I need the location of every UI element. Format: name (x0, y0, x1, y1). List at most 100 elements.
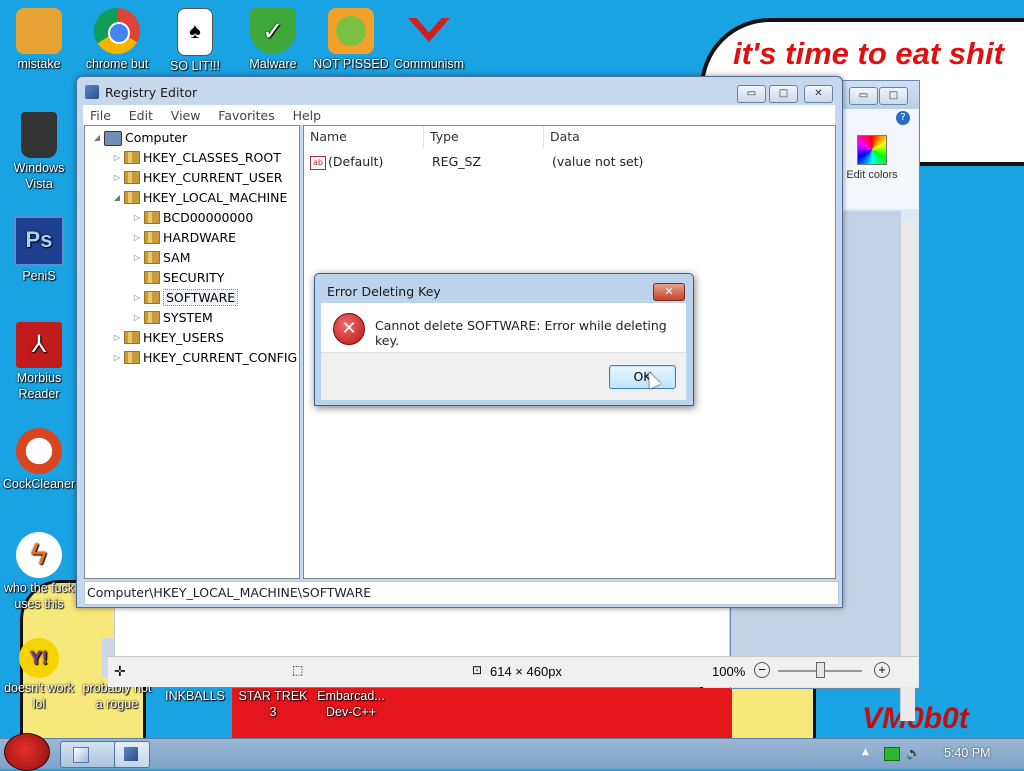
tree-item-hkey-current-user[interactable]: ▷ HKEY_CURRENT_USER (111, 168, 283, 188)
tree-item-sam[interactable]: ▷ SAM (131, 248, 191, 268)
dialog-close-button[interactable]: ✕ (653, 283, 685, 301)
menu-edit[interactable]: Edit (122, 105, 160, 125)
menu-favorites[interactable]: Favorites (211, 105, 281, 125)
paint-canvas[interactable] (114, 600, 730, 659)
communism-icon (406, 8, 452, 54)
desktop-icon-label: PeniS (22, 269, 56, 283)
desktop-icon-who-uses-this[interactable]: ϟ who the fuck uses this (0, 532, 78, 612)
network-icon[interactable] (884, 747, 900, 761)
recycle-bin-icon (21, 112, 57, 158)
desktop-icon-label: mistake (17, 57, 61, 71)
desktop-icon-so-lit[interactable]: ♠ SO LIT!!! (156, 8, 234, 74)
column-header-name[interactable]: Name (304, 126, 424, 148)
expand-arrow-icon[interactable]: ▷ (111, 168, 123, 188)
expand-arrow-icon[interactable]: ▷ (111, 348, 123, 368)
desktop-icon-label: Morbius Reader (16, 371, 62, 401)
menu-file[interactable]: File (83, 105, 118, 125)
chrome-icon (94, 8, 140, 54)
collapse-arrow-icon[interactable]: ◢ (111, 188, 123, 208)
registry-editor-titlebar[interactable]: Registry Editor ▭ □ ✕ (77, 77, 842, 105)
expand-arrow-icon[interactable]: ▷ (131, 288, 143, 308)
solitaire-icon: ♠ (177, 8, 213, 56)
zoom-in-button[interactable]: + (874, 662, 890, 678)
paint-icon (73, 747, 89, 763)
paint-vertical-scrollbar[interactable] (900, 221, 915, 721)
desktop-icon-label: STAR TREK 3 (238, 689, 308, 719)
expand-arrow-icon[interactable]: ▷ (111, 148, 123, 168)
edit-colors-button[interactable]: Edit colors (845, 135, 899, 181)
desktop-icon-label: Communism (393, 57, 465, 71)
tree-item-hkey-classes-root[interactable]: ▷ HKEY_CLASSES_ROOT (111, 148, 281, 168)
maximize-button[interactable]: □ (769, 85, 798, 103)
color-palette-icon (857, 135, 887, 165)
desktop-icon-malware[interactable]: ✓ Malware (234, 8, 312, 72)
start-button[interactable] (4, 733, 50, 771)
tree-item-security[interactable]: SECURITY (131, 268, 224, 288)
collapse-arrow-icon[interactable]: ◢ (91, 128, 103, 148)
menu-view[interactable]: View (164, 105, 208, 125)
desktop-icon-mistake[interactable]: mistake (0, 8, 78, 72)
registry-editor-icon (124, 747, 138, 761)
desktop-icon-chrome[interactable]: chrome but (78, 8, 156, 72)
column-header-data[interactable]: Data (544, 126, 835, 148)
folder-icon (144, 211, 160, 224)
expand-arrow-icon[interactable]: ▷ (131, 228, 143, 248)
tree-item-bcd[interactable]: ▷ BCD00000000 (131, 208, 253, 228)
tree-item-hkey-local-machine[interactable]: ◢ HKEY_LOCAL_MACHINE (111, 188, 288, 208)
ok-button[interactable]: OK (609, 365, 676, 389)
expand-arrow-icon[interactable]: ▷ (131, 208, 143, 228)
zoom-slider-thumb[interactable] (816, 662, 825, 678)
taskbar-button-registry-editor[interactable] (114, 741, 150, 768)
desktop-icon-label: doesn't work lol (4, 681, 74, 711)
tree-item-hkey-users[interactable]: ▷ HKEY_USERS (111, 328, 224, 348)
shield-icon: ✓ (250, 8, 296, 54)
zoom-out-button[interactable]: − (754, 662, 770, 678)
tree-item-label: HKEY_CURRENT_USER (143, 170, 283, 185)
photoshop-icon: Ps (14, 216, 64, 266)
tree-item-system[interactable]: ▷ SYSTEM (131, 308, 213, 328)
ccleaner-icon (16, 428, 62, 474)
value-type: REG_SZ (432, 154, 482, 169)
paint-minimize-button[interactable]: ▭ (849, 87, 878, 105)
desktop-icon-label: NOT PISSED (313, 57, 389, 71)
tree-item-label: HKEY_USERS (143, 330, 224, 345)
expand-arrow-icon[interactable]: ▷ (131, 308, 143, 328)
tree-item-software[interactable]: ▷ SOFTWARE (131, 288, 239, 308)
menu-help[interactable]: Help (286, 105, 329, 125)
clock[interactable]: 5:40 PM (944, 746, 991, 760)
paint-maximize-button[interactable]: □ (879, 87, 908, 105)
tree-item-computer[interactable]: ◢ Computer (91, 128, 187, 148)
tree-item-hardware[interactable]: ▷ HARDWARE (131, 228, 236, 248)
desktop-icon-dev-cpp[interactable]: Embarcad... Dev-C++ (312, 688, 390, 720)
error-icon: ✕ (333, 313, 365, 345)
desktop-icon-not-pissed[interactable]: NOT PISSED (312, 8, 390, 72)
watermark: VM0b0t (862, 702, 969, 735)
dialog-title: Error Deleting Key (327, 284, 441, 299)
show-hidden-icons-icon[interactable]: ▲ (862, 747, 869, 757)
desktop-icon-morbius-reader[interactable]: ⅄ Morbius Reader (0, 322, 78, 402)
folder-icon (144, 271, 160, 284)
expand-arrow-icon[interactable]: ▷ (131, 248, 143, 268)
close-button[interactable]: ✕ (804, 85, 833, 103)
help-icon[interactable]: ? (896, 111, 910, 125)
desktop-icon-inkballs[interactable]: INKBALLS (156, 688, 234, 704)
dialog-footer: OK (321, 352, 686, 400)
folder-icon (124, 191, 140, 204)
desktop-icon-communism[interactable]: Communism (390, 8, 468, 72)
desktop-icon-doesnt-work[interactable]: Y! doesn't work lol (0, 638, 78, 712)
desktop-icon-label: CockCleaner (2, 477, 76, 491)
tree-item-hkey-current-config[interactable]: ▷ HKEY_CURRENT_CONFIG (111, 348, 297, 368)
desktop-icon-windows-vista[interactable]: Windows Vista (0, 112, 78, 192)
folder-icon (124, 351, 140, 364)
column-header-type[interactable]: Type (424, 126, 544, 148)
volume-icon[interactable]: 🔈 (906, 747, 921, 759)
expand-arrow-icon[interactable]: ▷ (111, 328, 123, 348)
registry-tree-pane[interactable]: ◢ Computer ▷ HKEY_CLASSES_ROOT ▷ HKEY_CURRE… (84, 125, 300, 579)
minimize-button[interactable]: ▭ (737, 85, 766, 103)
desktop-icon-cockcleaner[interactable]: CockCleaner (0, 428, 78, 492)
desktop-icon-star-trek[interactable]: STAR TREK 3 (234, 688, 312, 720)
pdf-reader-icon: ⅄ (16, 322, 62, 368)
table-row[interactable]: ab (Default) REG_SZ (value not set) (304, 152, 835, 172)
tree-item-label: HARDWARE (163, 230, 237, 245)
desktop-icon-penis[interactable]: Ps PeniS (0, 216, 78, 284)
